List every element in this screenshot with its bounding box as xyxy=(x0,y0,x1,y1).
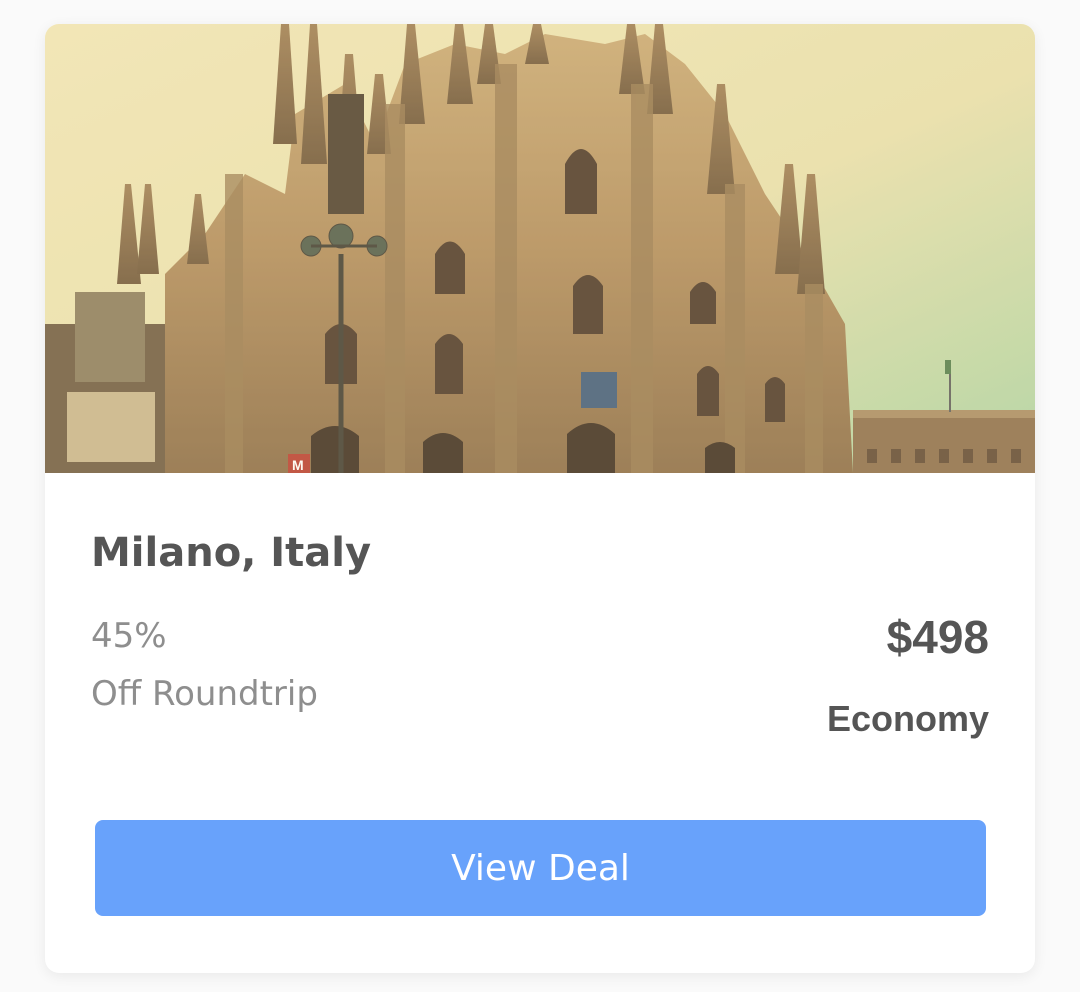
cabin-class: Economy xyxy=(826,698,989,739)
destination-title: Milano, Italy xyxy=(91,530,372,576)
view-deal-button[interactable]: View Deal xyxy=(95,820,986,916)
discount-label: Off Roundtrip xyxy=(91,674,318,714)
price: $498 xyxy=(886,611,989,663)
discount-percent: 45% xyxy=(91,616,167,656)
deal-card: M Milano, Italy 45% Off Roundtrip $498 E… xyxy=(45,24,1035,973)
destination-photo: M xyxy=(45,24,1035,473)
